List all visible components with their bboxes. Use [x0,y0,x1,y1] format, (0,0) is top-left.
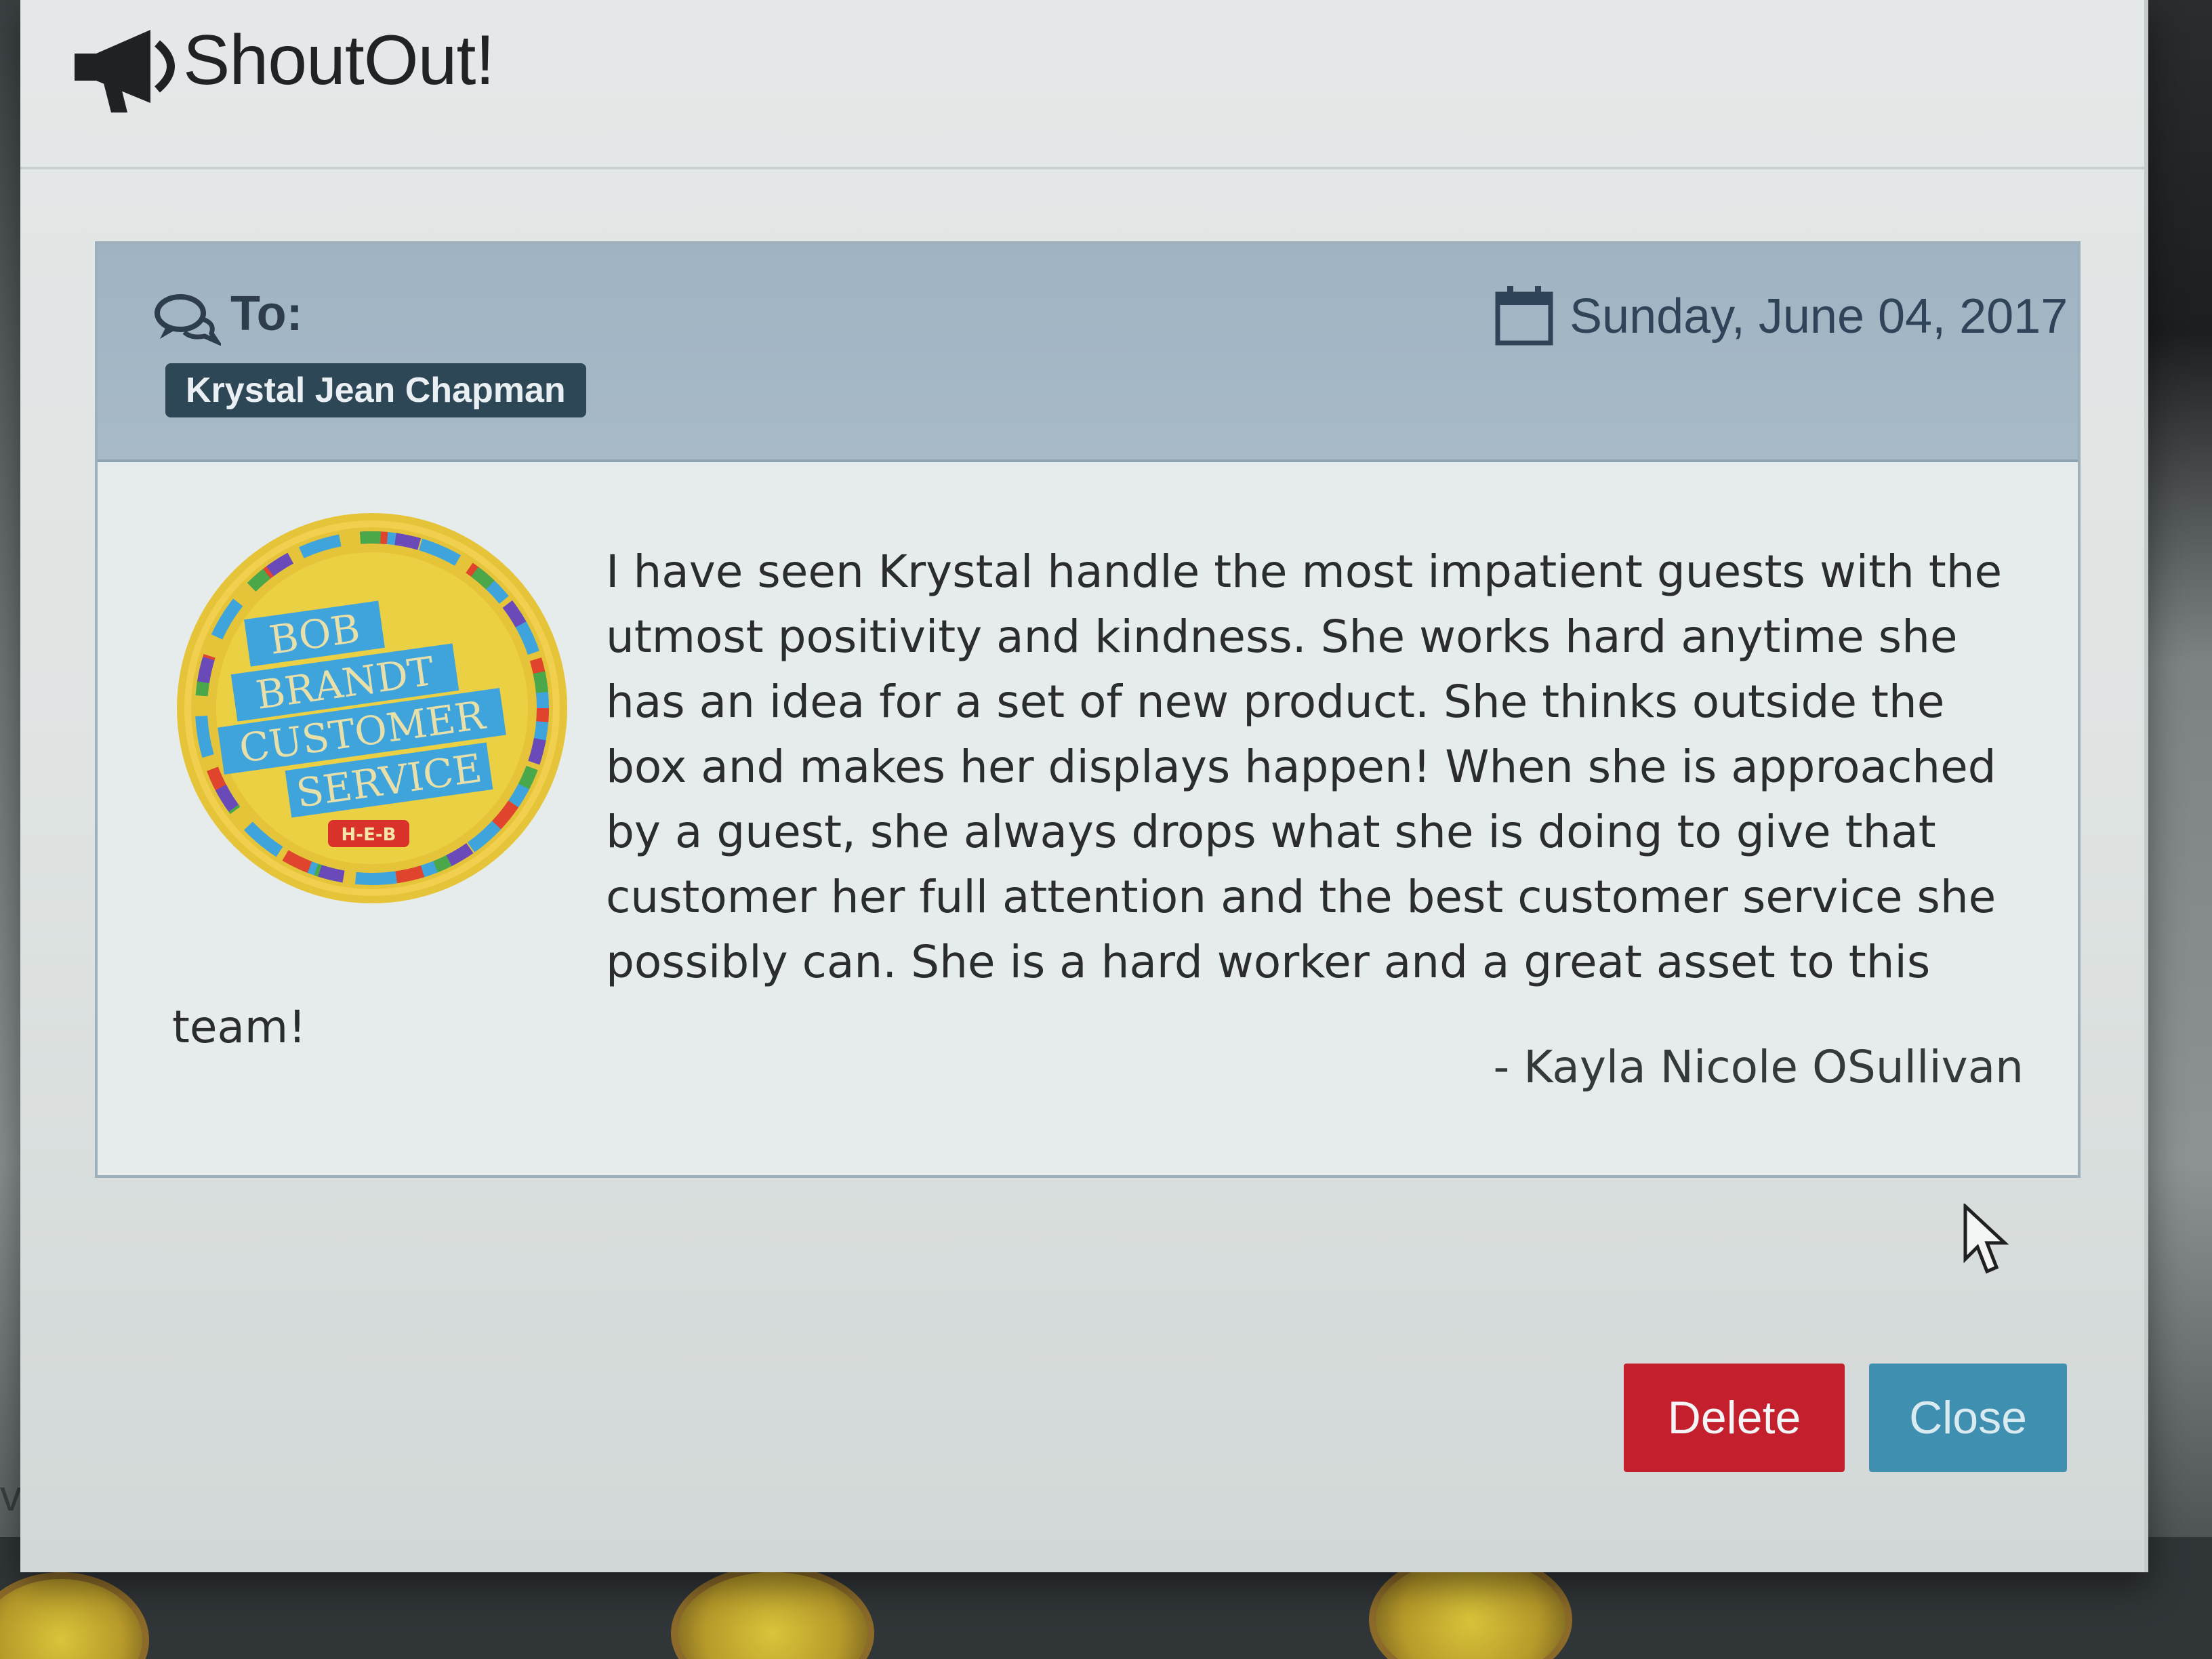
shoutout-date: Sunday, June 04, 2017 [1570,289,2068,344]
close-button[interactable]: Close [1869,1364,2067,1472]
megaphone-icon [75,30,175,112]
card-body: BOB BRANDT CUSTOMER SERVICE H-E-B I have… [98,465,2078,1176]
card-header: To: Krystal Jean Chapman Sunday, June 04… [98,244,2078,462]
recipient-badge: Krystal Jean Chapman [165,363,586,417]
message-float-spacer [172,539,606,953]
modal-title: ShoutOut! [183,21,495,100]
to-label: To: [230,287,303,341]
calendar-icon [1495,286,1553,346]
cursor-icon [1963,1204,2009,1274]
shoutout-card: To: Krystal Jean Chapman Sunday, June 04… [95,241,2081,1178]
shoutout-modal: ShoutOut! To: Krystal Jean Chapman Sunda… [20,0,2148,1572]
message-block: I have seen Krystal handle the most impa… [172,539,2015,1060]
delete-button[interactable]: Delete [1624,1364,1845,1472]
shoutout-signature: - Kayla Nicole OSullivan [1493,1041,2024,1093]
modal-header: ShoutOut! [20,0,2144,169]
comments-icon [155,294,221,346]
